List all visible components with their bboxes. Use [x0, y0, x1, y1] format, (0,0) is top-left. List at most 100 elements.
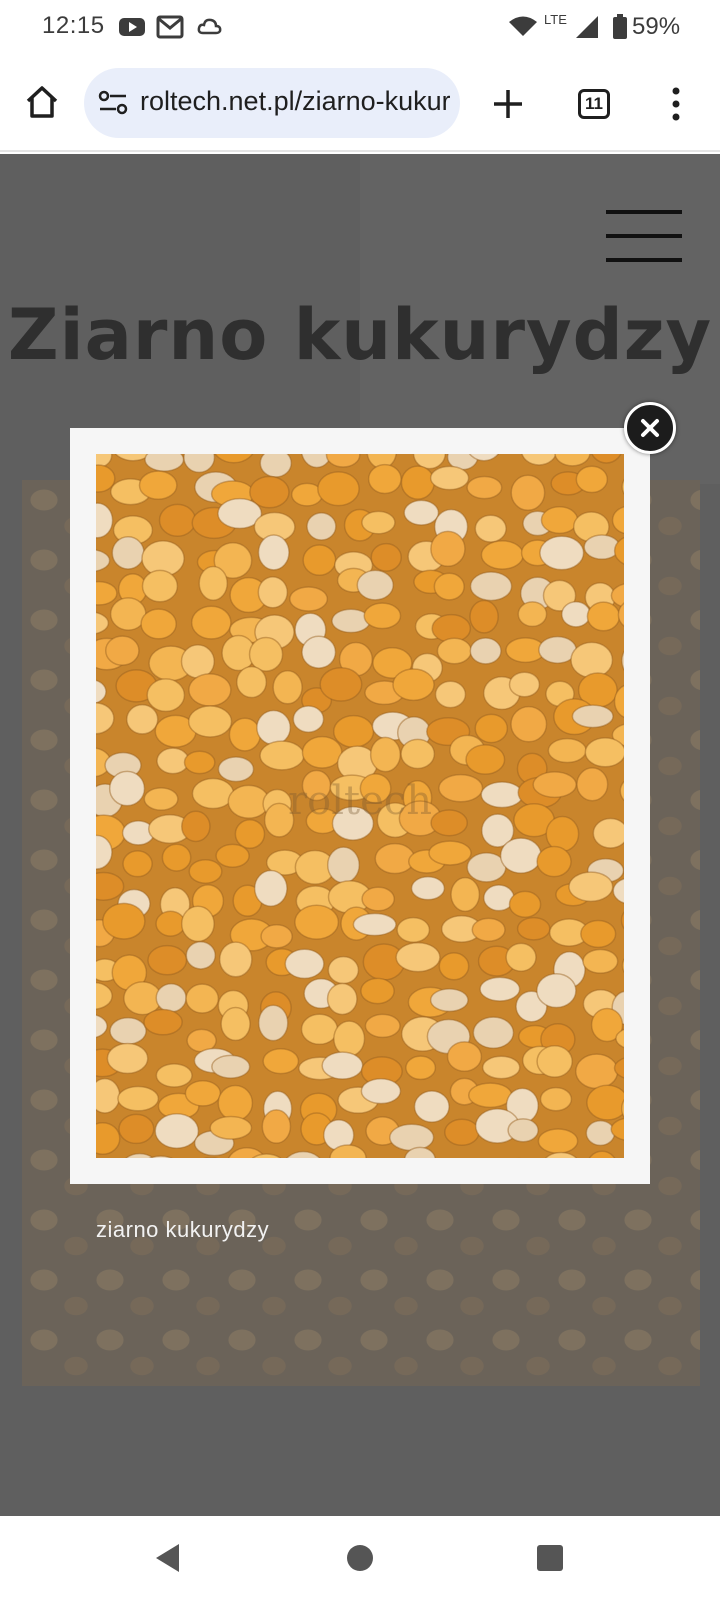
lightbox-image[interactable]: roltech [96, 454, 624, 1158]
corn-kernel [396, 916, 431, 943]
corn-kernel [326, 846, 361, 884]
address-bar[interactable]: roltech.net.pl/ziarno-kukurydzy [84, 68, 460, 138]
corn-kernel [580, 919, 617, 949]
corn-kernel [256, 709, 292, 746]
corn-kernel [104, 635, 140, 666]
corn-kernels-image: roltech [96, 454, 624, 1158]
corn-kernel [317, 471, 360, 507]
corn-kernel [187, 705, 233, 738]
corn-kernel [505, 942, 537, 972]
network-type-label: LTE [544, 12, 567, 27]
corn-kernel [138, 470, 178, 501]
corn-kernel [389, 1123, 435, 1152]
gmail-icon [156, 14, 184, 40]
corn-kernel [158, 503, 197, 537]
corn-kernel [360, 1078, 402, 1105]
corn-kernel [259, 454, 293, 478]
corn-kernel [507, 1118, 539, 1143]
corn-kernel [218, 941, 253, 978]
corn-kernel [289, 586, 329, 612]
new-tab-button[interactable] [484, 80, 532, 128]
corn-kernel [217, 1084, 254, 1122]
more-menu-button[interactable] [656, 80, 696, 128]
corn-kernel [106, 1042, 149, 1075]
corn-kernel [430, 530, 466, 568]
corn-kernel [436, 637, 472, 665]
corn-kernel [540, 505, 579, 535]
corn-kernel [326, 982, 358, 1016]
corn-kernel [536, 845, 572, 878]
corn-kernel [284, 948, 325, 980]
tabs-button[interactable]: 11 [570, 80, 618, 128]
corn-kernel [102, 902, 146, 940]
corn-kernel [410, 876, 446, 901]
corn-kernel [180, 905, 215, 943]
corn-kernel [403, 499, 440, 526]
corn-kernel [430, 809, 469, 837]
corn-kernel [209, 1115, 253, 1140]
corn-kernel [257, 576, 289, 609]
corn-kernel [253, 869, 288, 908]
corn-kernel [369, 736, 402, 773]
corn-kernel [122, 850, 153, 878]
corn-kernel [126, 704, 159, 735]
corn-kernel [467, 1082, 513, 1109]
watermark-text: roltech [288, 778, 432, 824]
status-time: 12:15 [42, 12, 105, 39]
corn-kernel [327, 955, 360, 985]
corn-kernel [191, 777, 235, 810]
corn-kernel [516, 916, 551, 941]
corn-kernel [508, 671, 541, 698]
hamburger-menu-button[interactable] [606, 210, 682, 262]
corn-kernel [517, 601, 548, 628]
corn-kernel [481, 1055, 521, 1080]
corn-kernel [190, 605, 232, 640]
corn-kernel [568, 871, 614, 903]
corn-kernel [332, 714, 375, 749]
corn-kernel [154, 1112, 200, 1149]
corn-kernel [180, 644, 215, 679]
cloud-icon [196, 14, 224, 40]
status-bar: 12:15 LTE 59% [0, 0, 720, 56]
corn-kernel [510, 705, 548, 743]
close-icon [641, 419, 659, 437]
recents-button[interactable] [528, 1538, 572, 1578]
more-menu-icon [672, 87, 680, 121]
corn-kernel [259, 740, 305, 771]
corn-kernel [438, 773, 484, 803]
home-nav-button[interactable] [338, 1538, 382, 1578]
corn-kernel [434, 680, 467, 709]
page-title: Ziarno kukurydzy [7, 294, 713, 376]
corn-kernel [450, 876, 481, 913]
corn-kernel [480, 781, 524, 809]
corn-kernel [155, 983, 187, 1013]
corn-kernel [356, 569, 394, 601]
corn-kernel [143, 1008, 183, 1036]
corn-kernel [302, 544, 337, 577]
corn-kernel [109, 1017, 147, 1045]
site-info-icon[interactable] [98, 89, 128, 122]
corn-kernel [181, 810, 211, 843]
home-icon [26, 86, 58, 118]
corn-kernel [361, 886, 395, 912]
lightbox-frame: roltech [70, 428, 650, 1184]
battery-percentage: 59% [632, 13, 681, 40]
corn-kernel [433, 572, 465, 601]
corn-kernel [234, 819, 266, 850]
corn-kernel [428, 840, 472, 866]
corn-kernel [215, 843, 250, 868]
close-lightbox-button[interactable] [624, 402, 676, 454]
corn-kernel [586, 1084, 624, 1121]
back-icon [156, 1544, 179, 1572]
corn-kernel [465, 744, 506, 775]
back-button[interactable] [146, 1538, 190, 1578]
corn-kernel [198, 565, 229, 601]
corn-kernel [395, 942, 441, 973]
corn-kernel [111, 536, 145, 570]
corn-kernel [360, 977, 395, 1005]
corn-kernel [141, 569, 179, 603]
corn-kernel [429, 988, 469, 1013]
corn-kernel [400, 465, 435, 500]
home-button[interactable] [18, 78, 66, 126]
corn-kernel [585, 1119, 616, 1147]
